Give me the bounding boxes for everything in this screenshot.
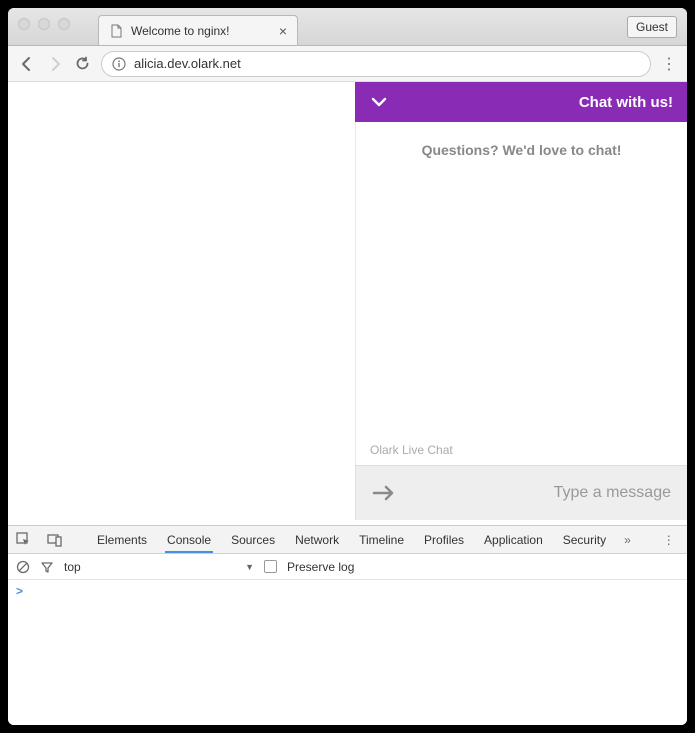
chat-prompt-text: Questions? We'd love to chat! xyxy=(356,122,687,158)
chat-input-bar xyxy=(355,465,687,520)
tab-application[interactable]: Application xyxy=(482,527,545,553)
console-prompt-caret: > xyxy=(16,584,23,598)
inspect-element-icon[interactable] xyxy=(16,532,31,547)
close-window-icon[interactable] xyxy=(18,18,30,30)
chat-body: Questions? We'd love to chat! Olark Live… xyxy=(355,122,687,465)
context-label: top xyxy=(64,560,81,574)
reload-button[interactable] xyxy=(74,55,91,72)
tab-close-icon[interactable]: × xyxy=(279,23,287,39)
chat-message-input[interactable] xyxy=(406,484,671,502)
tab-timeline[interactable]: Timeline xyxy=(357,527,406,553)
preserve-log-label: Preserve log xyxy=(287,560,354,574)
site-info-icon[interactable] xyxy=(112,57,126,71)
dropdown-triangle-icon: ▼ xyxy=(245,562,254,572)
tab-network[interactable]: Network xyxy=(293,527,341,553)
maximize-window-icon[interactable] xyxy=(58,18,70,30)
chat-header-title: Chat with us! xyxy=(579,94,673,111)
tab-sources[interactable]: Sources xyxy=(229,527,277,553)
chevron-down-icon[interactable] xyxy=(369,92,389,112)
toolbar: ⋮ xyxy=(8,46,687,82)
chat-widget: Chat with us! Questions? We'd love to ch… xyxy=(355,82,687,520)
browser-window: Welcome to nginx! × Guest ⋮ xyxy=(8,8,687,725)
console-toolbar: top ▼ Preserve log xyxy=(8,554,687,580)
browser-menu-icon[interactable]: ⋮ xyxy=(661,54,677,74)
preserve-log-checkbox[interactable] xyxy=(264,560,277,573)
device-toolbar-icon[interactable] xyxy=(47,533,63,547)
overflow-tabs-icon[interactable]: » xyxy=(624,533,631,547)
tab-elements[interactable]: Elements xyxy=(95,527,149,553)
devtools-panel: Elements Console Sources Network Timelin… xyxy=(8,525,687,725)
page-icon xyxy=(109,24,123,38)
console-output[interactable]: > xyxy=(8,580,687,725)
forward-button[interactable] xyxy=(46,55,64,73)
titlebar: Welcome to nginx! × Guest xyxy=(8,8,687,46)
page-content: Chat with us! Questions? We'd love to ch… xyxy=(8,82,687,525)
devtools-tabbar: Elements Console Sources Network Timelin… xyxy=(8,526,687,554)
traffic-lights xyxy=(18,18,70,30)
context-selector[interactable]: top ▼ xyxy=(64,560,254,574)
address-bar[interactable] xyxy=(101,51,651,77)
devtools-menu-icon[interactable]: ⋮ xyxy=(663,533,675,547)
filter-icon[interactable] xyxy=(40,560,54,574)
url-input[interactable] xyxy=(134,56,640,71)
tab-console[interactable]: Console xyxy=(165,527,213,553)
browser-tab[interactable]: Welcome to nginx! × xyxy=(98,15,298,45)
back-button[interactable] xyxy=(18,55,36,73)
tab-security[interactable]: Security xyxy=(561,527,608,553)
minimize-window-icon[interactable] xyxy=(38,18,50,30)
chat-header[interactable]: Chat with us! xyxy=(355,82,687,122)
clear-console-icon[interactable] xyxy=(16,560,30,574)
guest-button[interactable]: Guest xyxy=(627,16,677,38)
tab-profiles[interactable]: Profiles xyxy=(422,527,466,553)
tab-title: Welcome to nginx! xyxy=(131,24,230,38)
chat-brand-label: Olark Live Chat xyxy=(356,435,687,465)
send-icon[interactable] xyxy=(372,482,394,504)
